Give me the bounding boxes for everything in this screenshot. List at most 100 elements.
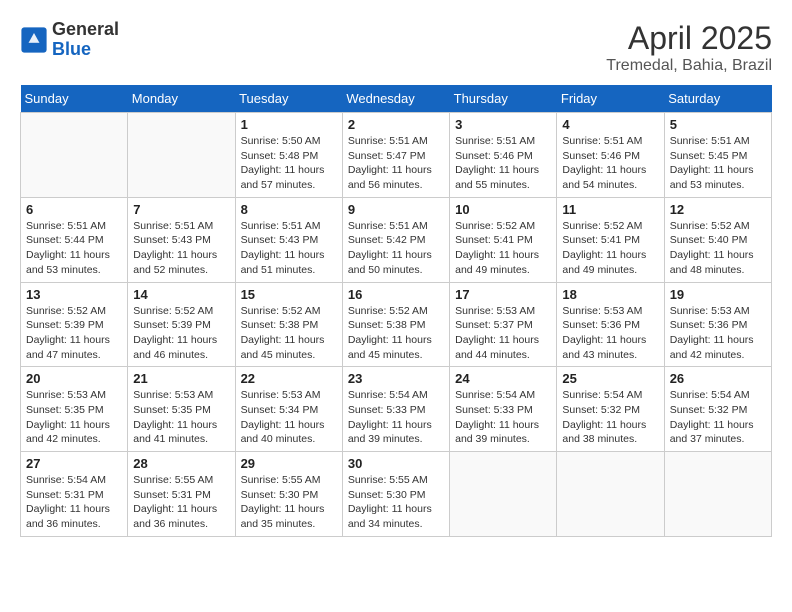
calendar-cell: 7 Sunrise: 5:51 AM Sunset: 5:43 PM Daylig… (128, 197, 235, 282)
calendar-cell: 18 Sunrise: 5:53 AM Sunset: 5:36 PM Dayli… (557, 282, 664, 367)
day-info: Sunrise: 5:51 AM Sunset: 5:44 PM Dayligh… (26, 219, 122, 278)
day-info: Sunrise: 5:52 AM Sunset: 5:41 PM Dayligh… (455, 219, 551, 278)
day-number: 17 (455, 287, 551, 302)
day-number: 30 (348, 456, 444, 471)
day-number: 22 (241, 371, 337, 386)
day-number: 21 (133, 371, 229, 386)
day-number: 20 (26, 371, 122, 386)
weekday-header: Sunday (21, 85, 128, 113)
calendar-week-row: 1 Sunrise: 5:50 AM Sunset: 5:48 PM Daylig… (21, 113, 772, 198)
calendar-cell: 19Sunrise: 5:53 AM Sunset: 5:36 PM Dayli… (664, 282, 771, 367)
weekday-header: Monday (128, 85, 235, 113)
day-number: 11 (562, 202, 658, 217)
calendar-cell: 28Sunrise: 5:55 AM Sunset: 5:31 PM Dayli… (128, 452, 235, 537)
logo-blue: Blue (52, 39, 91, 59)
calendar-cell: 24Sunrise: 5:54 AM Sunset: 5:33 PM Dayli… (450, 367, 557, 452)
calendar-cell: 27Sunrise: 5:54 AM Sunset: 5:31 PM Dayli… (21, 452, 128, 537)
day-number: 5 (670, 117, 766, 132)
calendar-cell: 1 Sunrise: 5:50 AM Sunset: 5:48 PM Daylig… (235, 113, 342, 198)
day-info: Sunrise: 5:51 AM Sunset: 5:46 PM Dayligh… (455, 134, 551, 193)
calendar-cell: 4 Sunrise: 5:51 AM Sunset: 5:46 PM Daylig… (557, 113, 664, 198)
calendar-cell: 13Sunrise: 5:52 AM Sunset: 5:39 PM Dayli… (21, 282, 128, 367)
day-info: Sunrise: 5:54 AM Sunset: 5:32 PM Dayligh… (670, 388, 766, 447)
day-info: Sunrise: 5:53 AM Sunset: 5:36 PM Dayligh… (562, 304, 658, 363)
calendar-cell: 17 Sunrise: 5:53 AM Sunset: 5:37 PM Dayli… (450, 282, 557, 367)
calendar-cell: 23 Sunrise: 5:54 AM Sunset: 5:33 PM Dayli… (342, 367, 449, 452)
day-number: 6 (26, 202, 122, 217)
day-info: Sunrise: 5:53 AM Sunset: 5:37 PM Dayligh… (455, 304, 551, 363)
day-number: 8 (241, 202, 337, 217)
calendar-cell: 11 Sunrise: 5:52 AM Sunset: 5:41 PM Dayli… (557, 197, 664, 282)
calendar-cell: 10 Sunrise: 5:52 AM Sunset: 5:41 PM Dayli… (450, 197, 557, 282)
calendar-cell: 3 Sunrise: 5:51 AM Sunset: 5:46 PM Daylig… (450, 113, 557, 198)
day-info: Sunrise: 5:52 AM Sunset: 5:39 PM Dayligh… (26, 304, 122, 363)
day-info: Sunrise: 5:52 AM Sunset: 5:38 PM Dayligh… (241, 304, 337, 363)
day-number: 4 (562, 117, 658, 132)
day-info: Sunrise: 5:52 AM Sunset: 5:38 PM Dayligh… (348, 304, 444, 363)
weekday-header: Friday (557, 85, 664, 113)
day-info: Sunrise: 5:51 AM Sunset: 5:43 PM Dayligh… (133, 219, 229, 278)
calendar-cell: 30 Sunrise: 5:55 AM Sunset: 5:30 PM Dayli… (342, 452, 449, 537)
day-info: Sunrise: 5:53 AM Sunset: 5:35 PM Dayligh… (26, 388, 122, 447)
weekday-header-row: SundayMondayTuesdayWednesdayThursdayFrid… (21, 85, 772, 113)
calendar-table: SundayMondayTuesdayWednesdayThursdayFrid… (20, 85, 772, 537)
calendar-cell: 22 Sunrise: 5:53 AM Sunset: 5:34 PM Dayli… (235, 367, 342, 452)
calendar-cell (21, 113, 128, 198)
day-info: Sunrise: 5:51 AM Sunset: 5:43 PM Dayligh… (241, 219, 337, 278)
day-info: Sunrise: 5:50 AM Sunset: 5:48 PM Dayligh… (241, 134, 337, 193)
day-info: Sunrise: 5:51 AM Sunset: 5:46 PM Dayligh… (562, 134, 658, 193)
day-info: Sunrise: 5:53 AM Sunset: 5:35 PM Dayligh… (133, 388, 229, 447)
day-number: 26 (670, 371, 766, 386)
day-info: Sunrise: 5:55 AM Sunset: 5:30 PM Dayligh… (241, 473, 337, 532)
day-info: Sunrise: 5:52 AM Sunset: 5:41 PM Dayligh… (562, 219, 658, 278)
logo-general: General (52, 19, 119, 39)
calendar-week-row: 20 Sunrise: 5:53 AM Sunset: 5:35 PM Dayli… (21, 367, 772, 452)
calendar-week-row: 13Sunrise: 5:52 AM Sunset: 5:39 PM Dayli… (21, 282, 772, 367)
day-number: 9 (348, 202, 444, 217)
day-number: 28 (133, 456, 229, 471)
day-info: Sunrise: 5:51 AM Sunset: 5:45 PM Dayligh… (670, 134, 766, 193)
day-number: 1 (241, 117, 337, 132)
calendar-cell: 2 Sunrise: 5:51 AM Sunset: 5:47 PM Daylig… (342, 113, 449, 198)
day-number: 12 (670, 202, 766, 217)
main-title: April 2025 (606, 20, 772, 57)
day-number: 7 (133, 202, 229, 217)
day-number: 18 (562, 287, 658, 302)
day-number: 25 (562, 371, 658, 386)
calendar-week-row: 6 Sunrise: 5:51 AM Sunset: 5:44 PM Daylig… (21, 197, 772, 282)
calendar-cell (664, 452, 771, 537)
day-info: Sunrise: 5:52 AM Sunset: 5:39 PM Dayligh… (133, 304, 229, 363)
day-info: Sunrise: 5:52 AM Sunset: 5:40 PM Dayligh… (670, 219, 766, 278)
calendar-cell (450, 452, 557, 537)
day-number: 10 (455, 202, 551, 217)
subtitle: Tremedal, Bahia, Brazil (606, 57, 772, 75)
day-info: Sunrise: 5:51 AM Sunset: 5:42 PM Dayligh… (348, 219, 444, 278)
calendar-cell: 12 Sunrise: 5:52 AM Sunset: 5:40 PM Dayli… (664, 197, 771, 282)
calendar-cell: 6 Sunrise: 5:51 AM Sunset: 5:44 PM Daylig… (21, 197, 128, 282)
day-number: 24 (455, 371, 551, 386)
page-header: General Blue April 2025 Tremedal, Bahia,… (20, 20, 772, 75)
day-info: Sunrise: 5:54 AM Sunset: 5:32 PM Dayligh… (562, 388, 658, 447)
day-number: 23 (348, 371, 444, 386)
day-number: 27 (26, 456, 122, 471)
day-number: 3 (455, 117, 551, 132)
calendar-cell: 29 Sunrise: 5:55 AM Sunset: 5:30 PM Dayli… (235, 452, 342, 537)
day-number: 2 (348, 117, 444, 132)
logo-icon (20, 26, 48, 54)
day-info: Sunrise: 5:53 AM Sunset: 5:34 PM Dayligh… (241, 388, 337, 447)
calendar-cell: 16 Sunrise: 5:52 AM Sunset: 5:38 PM Dayli… (342, 282, 449, 367)
day-info: Sunrise: 5:54 AM Sunset: 5:33 PM Dayligh… (348, 388, 444, 447)
day-info: Sunrise: 5:55 AM Sunset: 5:30 PM Dayligh… (348, 473, 444, 532)
day-number: 29 (241, 456, 337, 471)
day-number: 14 (133, 287, 229, 302)
day-info: Sunrise: 5:51 AM Sunset: 5:47 PM Dayligh… (348, 134, 444, 193)
logo-text: General Blue (52, 20, 119, 60)
title-block: April 2025 Tremedal, Bahia, Brazil (606, 20, 772, 75)
calendar-cell: 15 Sunrise: 5:52 AM Sunset: 5:38 PM Dayli… (235, 282, 342, 367)
calendar-cell: 5 Sunrise: 5:51 AM Sunset: 5:45 PM Daylig… (664, 113, 771, 198)
day-number: 16 (348, 287, 444, 302)
calendar-cell: 8 Sunrise: 5:51 AM Sunset: 5:43 PM Daylig… (235, 197, 342, 282)
calendar-cell: 20 Sunrise: 5:53 AM Sunset: 5:35 PM Dayli… (21, 367, 128, 452)
calendar-cell: 26 Sunrise: 5:54 AM Sunset: 5:32 PM Dayli… (664, 367, 771, 452)
day-number: 15 (241, 287, 337, 302)
